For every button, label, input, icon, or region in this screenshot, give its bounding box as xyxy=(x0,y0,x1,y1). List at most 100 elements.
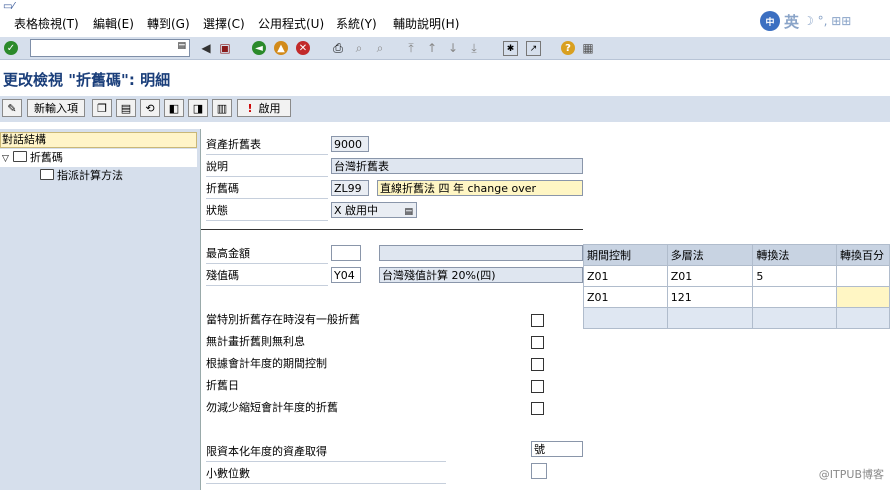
shortcut-icon[interactable]: ↗ xyxy=(526,41,541,56)
dep-key-field[interactable]: ZL99 xyxy=(331,180,369,196)
dep-key-text-field[interactable]: 直線折舊法 四 年 change over xyxy=(377,180,583,196)
menu-item-utilities[interactable]: 公用程式(U) xyxy=(258,15,324,32)
table-cell[interactable] xyxy=(666,307,754,329)
help-icon[interactable]: ? xyxy=(561,41,575,55)
dialog-structure-panel: 對話結構 ▽ 折舊碼 指派計算方法 xyxy=(0,129,200,490)
command-history-icon[interactable]: ▤ xyxy=(177,41,186,51)
checkbox-label-no-ordinary-dep: 當特別折舊存在時沒有一般折舊 xyxy=(206,313,360,326)
table-cell[interactable]: Z01 xyxy=(666,265,754,287)
method-grid: 期間控制 多層法 轉換法 轉換百分 Z01 Z01 5 Z01 121 xyxy=(583,244,890,329)
next-entry-icon[interactable]: ◨ xyxy=(188,99,208,117)
find-icon[interactable]: ⌕ xyxy=(351,40,367,56)
watermark: @ITPUB博客 xyxy=(818,468,884,481)
activate-button[interactable]: ! 啟用 xyxy=(237,99,291,117)
ime-logo-icon[interactable]: 中 xyxy=(760,11,780,31)
checkbox-period-control[interactable] xyxy=(531,358,544,371)
tree-list: ▽ 折舊碼 指派計算方法 xyxy=(0,149,197,185)
menu-item-system[interactable]: 系統(Y) xyxy=(336,15,377,32)
max-amount-label: 最高金額 xyxy=(206,245,328,264)
column-header-multilevel[interactable]: 多層法 xyxy=(666,244,754,266)
table-header-row: 期間控制 多層法 轉換法 轉換百分 xyxy=(583,244,890,266)
first-page-icon[interactable]: ⤒ xyxy=(403,40,419,56)
table-row[interactable]: Z01 Z01 5 xyxy=(583,265,890,287)
menu-item-edit[interactable]: 編輯(E) xyxy=(93,15,134,32)
menu-item-table-view[interactable]: 表格檢視(T) xyxy=(14,15,79,32)
table-cell[interactable]: 121 xyxy=(666,286,754,308)
checkbox-no-ordinary-dep[interactable] xyxy=(531,314,544,327)
command-field[interactable]: ▤ xyxy=(30,39,190,57)
tree-node-assign-calc-methods[interactable]: 指派計算方法 xyxy=(0,167,197,185)
table-cell[interactable]: Z01 xyxy=(583,286,668,308)
capitalization-field[interactable]: 號 xyxy=(531,441,583,457)
ime-symbols[interactable]: ☽ °, ⊞⊞ xyxy=(803,14,851,28)
detail-form: 資產折舊表 9000 說明 台灣折舊表 折舊碼 ZL99 直線折舊法 四 年 c… xyxy=(200,129,583,490)
table-row[interactable]: Z01 121 xyxy=(583,286,890,308)
checkbox-label-period-control: 根據會計年度的期間控制 xyxy=(206,357,327,370)
checkbox-no-interest[interactable] xyxy=(531,336,544,349)
menu-item-goto[interactable]: 轉到(G) xyxy=(147,15,190,32)
table-cell[interactable]: Z01 xyxy=(583,265,668,287)
previous-page-icon[interactable]: ↑ xyxy=(424,40,440,56)
column-header-period-control[interactable]: 期間控制 xyxy=(583,244,668,266)
standard-toolbar: ✓ ▤ ◀ ▣ ◄ ▲ ✕ ⎙ ⌕ ⌕ ⤒ ↑ ↓ ⤓ ✱ ↗ ? ▦ xyxy=(0,37,890,60)
exit-icon[interactable]: ▲ xyxy=(274,41,288,55)
save-icon[interactable]: ▣ xyxy=(217,40,233,56)
checkbox-label-no-interest: 無計畫折舊則無利息 xyxy=(206,335,305,348)
residual-key-label: 殘值碼 xyxy=(206,267,328,286)
layout-menu-icon[interactable]: ▦ xyxy=(580,40,596,56)
menu-item-help[interactable]: 輔助說明(H) xyxy=(393,15,459,32)
new-entries-button[interactable]: 新輸入項 xyxy=(27,99,85,117)
title-bar: 更改檢視 "折舊碼": 明細 xyxy=(0,60,890,96)
table-row[interactable] xyxy=(583,307,890,329)
dropdown-icon[interactable]: ▤ xyxy=(404,204,413,217)
tree-expand-icon[interactable]: ▽ xyxy=(2,154,9,164)
table-cell[interactable] xyxy=(836,265,890,287)
checkbox-dep-day[interactable] xyxy=(531,380,544,393)
max-amount-field[interactable] xyxy=(331,245,361,261)
status-label: 狀態 xyxy=(206,202,328,221)
copy-as-icon[interactable]: ❐ xyxy=(92,99,112,117)
status-dropdown[interactable]: X 啟用中 ▤ xyxy=(331,202,417,218)
asset-table-label: 資產折舊表 xyxy=(206,136,328,155)
column-header-changeover-pct[interactable]: 轉換百分 xyxy=(836,244,890,266)
new-session-icon[interactable]: ✱ xyxy=(503,41,518,56)
checkbox-no-reduce-short-year[interactable] xyxy=(531,402,544,415)
folder-open-icon xyxy=(12,151,27,162)
undo-icon[interactable]: ⟲ xyxy=(140,99,160,117)
decimal-places-label: 小數位數 xyxy=(206,465,446,484)
ime-mode-label[interactable]: 英 xyxy=(784,11,799,32)
table-cell[interactable] xyxy=(583,307,668,329)
table-cell[interactable]: 5 xyxy=(752,265,838,287)
tree-node-label: 折舊碼 xyxy=(29,151,63,164)
checkbox-label-dep-day: 折舊日 xyxy=(206,379,239,392)
application-toolbar: ✎ 新輸入項 ❐ ▤ ⟲ ◧ ◨ ▥ ! 啟用 xyxy=(0,96,890,122)
menu-item-select[interactable]: 選擇(C) xyxy=(203,15,245,32)
find-next-icon[interactable]: ⌕ xyxy=(372,40,388,56)
display-change-icon[interactable]: ✎ xyxy=(2,99,22,117)
next-page-icon[interactable]: ↓ xyxy=(445,40,461,56)
enter-check-icon[interactable]: ✓ xyxy=(4,41,18,55)
table-cell[interactable] xyxy=(836,307,890,329)
tree-node-depreciation-key[interactable]: ▽ 折舊碼 xyxy=(0,149,197,167)
asset-table-field[interactable]: 9000 xyxy=(331,136,369,152)
activate-button-label: 啟用 xyxy=(258,102,281,115)
transport-icon[interactable]: ▥ xyxy=(212,99,232,117)
back-icon[interactable]: ◄ xyxy=(252,41,266,55)
table-cell[interactable] xyxy=(752,307,838,329)
previous-entry-icon[interactable]: ◧ xyxy=(164,99,184,117)
table-cell[interactable] xyxy=(836,286,890,308)
max-amount-text-field xyxy=(379,245,583,261)
triangle-left-icon[interactable]: ◀ xyxy=(198,40,214,56)
table-cell[interactable] xyxy=(752,286,838,308)
dep-key-label: 折舊碼 xyxy=(206,180,328,199)
decimal-places-field[interactable] xyxy=(531,463,547,479)
column-header-changeover[interactable]: 轉換法 xyxy=(752,244,838,266)
window-menu-icon[interactable]: ▭⁄ xyxy=(3,1,14,12)
description-field[interactable]: 台灣折舊表 xyxy=(331,158,583,174)
delete-icon[interactable]: ▤ xyxy=(116,99,136,117)
cancel-icon[interactable]: ✕ xyxy=(296,41,310,55)
last-page-icon[interactable]: ⤓ xyxy=(466,40,482,56)
right-blank-area xyxy=(583,129,890,225)
residual-key-field[interactable]: Y04 xyxy=(331,267,361,283)
print-icon[interactable]: ⎙ xyxy=(330,40,346,56)
